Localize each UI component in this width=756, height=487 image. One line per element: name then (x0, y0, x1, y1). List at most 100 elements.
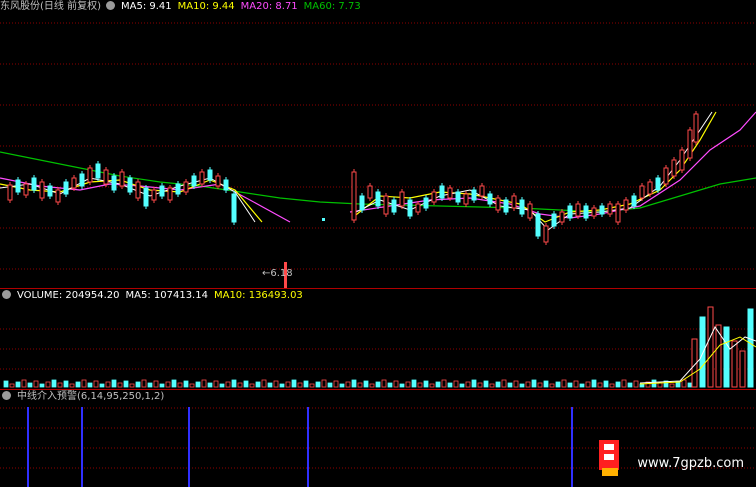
candle-body (455, 191, 461, 203)
volume-bar (681, 379, 687, 388)
volume-bar (495, 381, 501, 388)
volume-bar (519, 383, 525, 388)
indicator-panel[interactable]: 中线介入预警(6,14,95,250,1,2) (0, 390, 756, 487)
volume-bar (321, 379, 327, 388)
volume-chart[interactable] (0, 289, 756, 390)
price-panel[interactable]: 东风股份(日线 前复权) MA5: 9.41 MA10: 9.44 MA20: 8.7… (0, 0, 756, 289)
volume-bar (327, 382, 333, 388)
volume-bar (543, 380, 549, 388)
volume-bar (411, 379, 417, 388)
logo-mark-icon (599, 440, 619, 476)
price-header: 东风股份(日线 前复权) MA5: 9.41 MA10: 9.44 MA20: 8.7… (0, 0, 367, 14)
volume-bar (51, 379, 57, 388)
volume-bar (21, 379, 27, 388)
volume-bar (471, 379, 477, 388)
volume-bar (291, 379, 297, 388)
candle-body (135, 181, 141, 199)
volume-bar (393, 380, 399, 388)
candle-body (71, 177, 77, 189)
volume-bar (723, 326, 730, 388)
volume-bar (273, 380, 279, 388)
vol-ma10-label: MA10: 136493.03 (213, 290, 303, 301)
volume-bar (549, 383, 555, 388)
candle-body (407, 199, 413, 217)
volume-bar (87, 382, 93, 388)
volume-bar (195, 381, 201, 388)
volume-bar (369, 383, 375, 388)
candle-body (383, 195, 389, 215)
volume-bar (141, 379, 147, 388)
volume-bar (117, 382, 123, 388)
volume-bar (201, 379, 207, 388)
vol-ma5-label: MA5: 107413.14 (125, 290, 208, 301)
candle-body (87, 167, 93, 183)
volume-bar (39, 383, 45, 388)
volume-bar (285, 381, 291, 388)
candle-body (447, 187, 453, 199)
candle-body (367, 185, 373, 199)
candle-body (543, 225, 549, 243)
candle-body (183, 181, 189, 193)
candle-body (215, 175, 221, 187)
volume-bar (45, 381, 51, 388)
candle-body (623, 199, 629, 211)
volume-bar (423, 380, 429, 388)
candle-body (439, 185, 445, 199)
volume-bar (555, 381, 561, 388)
volume-bar (249, 383, 255, 388)
volume-bar (501, 379, 507, 388)
volume-bar (351, 379, 357, 388)
volume-bar (657, 382, 663, 388)
volume-bar (669, 383, 675, 388)
candle-body (575, 203, 581, 217)
settings-circle-icon[interactable] (105, 1, 115, 10)
candle-body (31, 177, 37, 191)
candle-body (591, 207, 597, 217)
signal-line (81, 407, 83, 487)
settings-circle-icon[interactable] (2, 391, 11, 400)
volume-bar (597, 382, 603, 388)
candle-body (351, 171, 357, 221)
volume-bar (309, 383, 315, 388)
candle-body (322, 218, 325, 221)
price-chart[interactable] (0, 0, 756, 289)
candle-body (663, 167, 669, 185)
candle-body (687, 129, 693, 159)
vol-ma5-line (639, 325, 756, 384)
volume-bar (303, 380, 309, 388)
candle-body (519, 199, 525, 215)
candle-body (559, 211, 565, 223)
volume-bar (279, 383, 285, 388)
volume-panel[interactable]: VOLUME: 204954.20 MA5: 107413.14 MA10: 136… (0, 289, 756, 390)
volume-bar (399, 383, 405, 388)
volume-bar (429, 383, 435, 388)
ma60-label: MA60: 7.73 (303, 1, 361, 12)
volume-bar (579, 383, 585, 388)
settings-circle-icon[interactable] (2, 290, 11, 299)
indicator-chart[interactable] (0, 390, 756, 487)
volume-bar (435, 381, 441, 388)
candle-body (143, 187, 149, 207)
volume-bar (585, 381, 591, 388)
volume-value: VOLUME: 204954.20 (17, 290, 120, 301)
candle-body (415, 203, 421, 213)
volume-bar (537, 382, 543, 388)
stock-title: 东风股份(日线 前复权) (0, 1, 101, 12)
volume-bar (237, 382, 243, 388)
watermark: www.7gpzb.com (637, 456, 744, 471)
candle-body (159, 185, 165, 197)
candle-body (191, 175, 197, 187)
ma10-label: MA10: 9.44 (177, 1, 235, 12)
volume-bar (477, 382, 483, 388)
volume-bar (93, 380, 99, 388)
candle-body (47, 185, 53, 197)
volume-bar (57, 382, 63, 388)
signal-line (188, 407, 190, 487)
candle-body (151, 189, 157, 201)
candle-body (103, 169, 109, 185)
volume-bar (69, 383, 75, 388)
indicator-title: 中线介入预警(6,14,95,250,1,2) (17, 391, 165, 402)
candle-body (583, 205, 589, 219)
volume-bar (603, 380, 609, 388)
candle-body (127, 177, 133, 193)
